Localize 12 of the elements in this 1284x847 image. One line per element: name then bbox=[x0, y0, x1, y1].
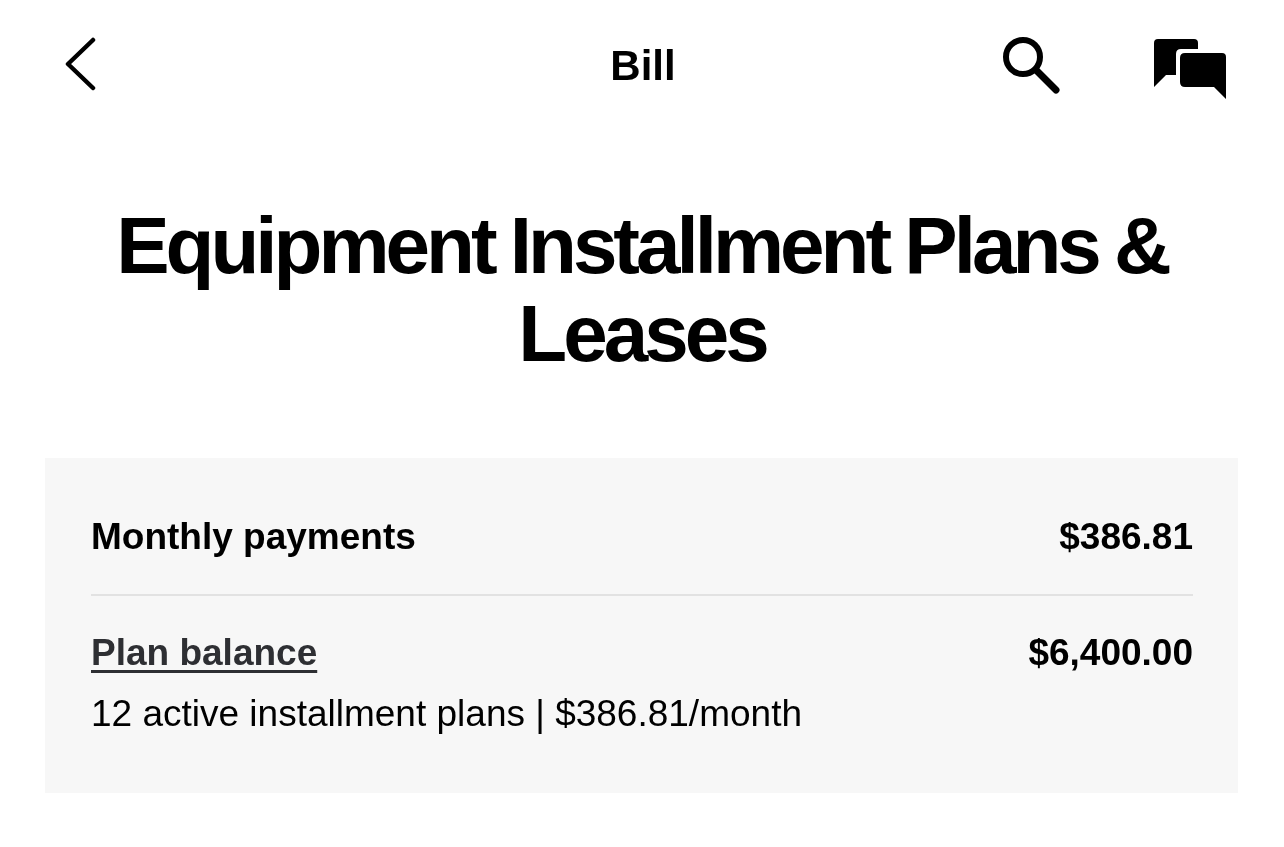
amount-text: $6,400.00 bbox=[1028, 631, 1193, 675]
plan-balance-link[interactable]: Plan balance bbox=[91, 630, 318, 676]
search-icon bbox=[1000, 34, 1060, 94]
plan-summary-text: 12 active installment plans | $386.81/month bbox=[91, 692, 802, 736]
row-label: Monthly payments bbox=[91, 515, 416, 559]
page-heading: Equipment Installment Plans & Leases bbox=[115, 202, 1170, 378]
chat-button[interactable] bbox=[1154, 39, 1226, 99]
amount-text: $386.81 bbox=[1059, 515, 1193, 559]
chat-bubbles-icon bbox=[1154, 39, 1226, 99]
screen-title: Bill bbox=[610, 45, 676, 87]
search-button[interactable] bbox=[1000, 34, 1060, 94]
back-icon bbox=[64, 37, 96, 91]
